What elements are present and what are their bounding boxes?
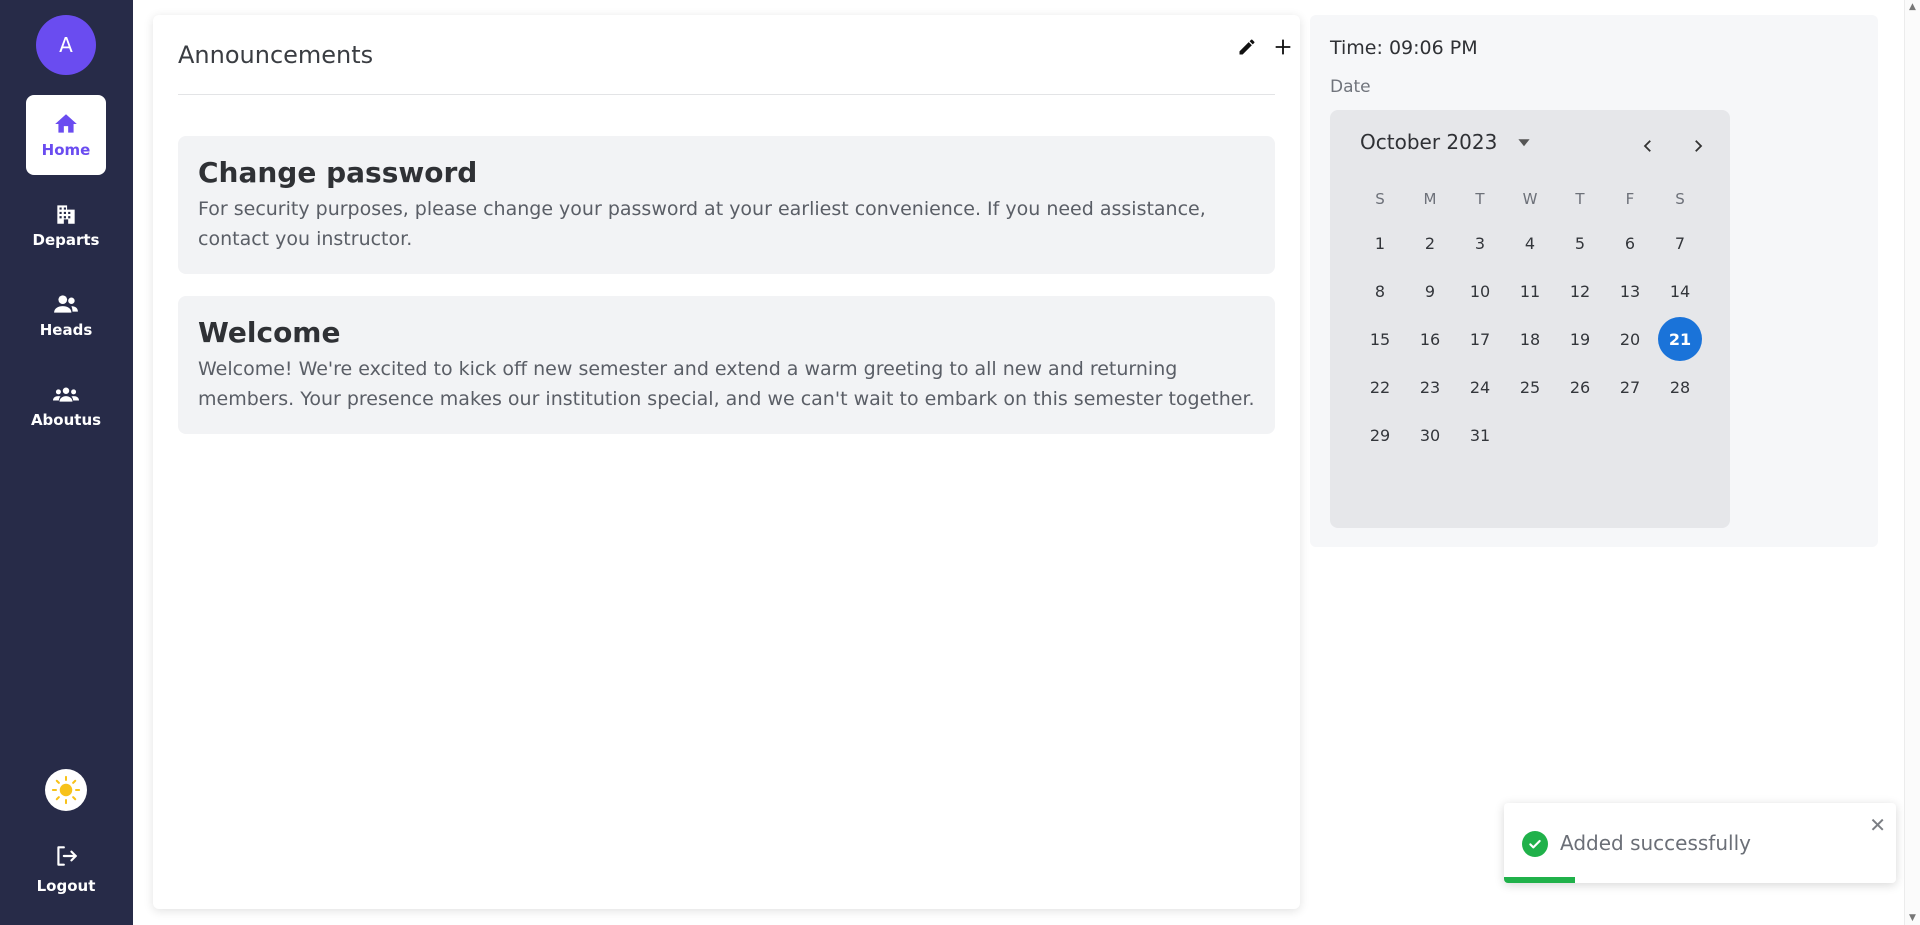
calendar-day[interactable]: 30 <box>1405 412 1455 458</box>
calendar-day[interactable]: 5 <box>1555 220 1605 266</box>
calendar-day[interactable]: 8 <box>1355 268 1405 314</box>
toast-progress-fill <box>1504 877 1575 883</box>
calendar-day[interactable]: 20 <box>1605 316 1655 362</box>
add-announcement-button[interactable] <box>1271 35 1295 59</box>
calendar-day[interactable]: 1 <box>1355 220 1405 266</box>
sun-icon <box>51 775 81 805</box>
calendar-day[interactable]: 9 <box>1405 268 1455 314</box>
announcement-title: Welcome <box>198 316 341 349</box>
divider <box>178 94 1275 95</box>
weekday-header: S <box>1675 190 1685 208</box>
calendar-empty-cell <box>1655 412 1705 458</box>
sidebar-item-departs[interactable]: Departs <box>26 185 106 265</box>
calendar-day[interactable]: 7 <box>1655 220 1705 266</box>
sidebar-item-label: Aboutus <box>30 411 102 429</box>
close-toast-button[interactable]: ✕ <box>1869 813 1886 837</box>
weekday-header: T <box>1575 190 1585 208</box>
calendar-day[interactable]: 11 <box>1505 268 1555 314</box>
calendar-day[interactable]: 12 <box>1555 268 1605 314</box>
scroll-up-icon[interactable]: ▲ <box>1909 2 1916 12</box>
logout-icon <box>57 846 77 866</box>
calendar-day[interactable]: 23 <box>1405 364 1455 410</box>
calendar-empty-cell <box>1505 412 1555 458</box>
calendar-day[interactable]: 31 <box>1455 412 1505 458</box>
group-icon <box>53 387 79 402</box>
logout-label: Logout <box>36 877 96 895</box>
sidebar-item-aboutus[interactable]: Aboutus <box>26 365 106 445</box>
sidebar-item-heads[interactable]: Heads <box>26 275 106 355</box>
calendar-day[interactable]: 15 <box>1355 316 1405 362</box>
announcement-body: Welcome! We're excited to kick off new s… <box>198 358 1255 410</box>
check-circle-icon <box>1522 831 1548 857</box>
calendar-day[interactable]: 10 <box>1455 268 1505 314</box>
calendar-day[interactable]: 22 <box>1355 364 1405 410</box>
calendar-day[interactable]: 24 <box>1455 364 1505 410</box>
calendar-day[interactable]: 14 <box>1655 268 1705 314</box>
sidebar-item-label: Departs <box>32 231 100 249</box>
date-label: Date <box>1330 77 1371 97</box>
calendar-day[interactable]: 19 <box>1555 316 1605 362</box>
calendar-day[interactable]: 27 <box>1605 364 1655 410</box>
calendar-day[interactable]: 3 <box>1455 220 1505 266</box>
calendar-empty-cell <box>1555 412 1605 458</box>
calendar-day[interactable]: 21 <box>1655 316 1705 362</box>
sidebar-item-label: Home <box>41 141 91 159</box>
month-navigation <box>1636 134 1710 158</box>
pencil-icon <box>1239 39 1255 55</box>
toast-message: Added successfully <box>1560 831 1751 855</box>
calendar-day[interactable]: 4 <box>1505 220 1555 266</box>
weekday-header: T <box>1475 190 1485 208</box>
building-icon <box>57 205 75 224</box>
toast-progress-bar <box>1504 877 1896 883</box>
chevron-right-icon <box>1695 140 1703 152</box>
avatar[interactable]: A <box>36 15 96 75</box>
calendar-day[interactable]: 25 <box>1505 364 1555 410</box>
time-display: Time: 09:06 PM <box>1330 37 1478 59</box>
calendar-day[interactable]: 13 <box>1605 268 1655 314</box>
plus-icon <box>1275 39 1291 55</box>
announcements-panel: Announcements Change password For securi… <box>153 15 1300 909</box>
success-toast: Added successfully ✕ <box>1504 803 1896 883</box>
announcement-body: For security purposes, please change you… <box>198 198 1206 250</box>
calendar-day[interactable]: 29 <box>1355 412 1405 458</box>
page-title: Announcements <box>178 41 374 69</box>
announcement-item: Welcome Welcome! We're excited to kick o… <box>178 296 1275 434</box>
calendar-day[interactable]: 17 <box>1455 316 1505 362</box>
scroll-down-icon[interactable]: ▼ <box>1909 913 1916 923</box>
announcement-title: Change password <box>198 156 478 189</box>
calendar-day[interactable]: 6 <box>1605 220 1655 266</box>
calendar-empty-cell <box>1605 412 1655 458</box>
users-icon <box>54 295 78 313</box>
calendar-day[interactable]: 18 <box>1505 316 1555 362</box>
calendar-day[interactable]: 26 <box>1555 364 1605 410</box>
edit-announcement-button[interactable] <box>1235 35 1259 59</box>
weekday-header: S <box>1375 190 1385 208</box>
month-year-selector[interactable]: October 2023 <box>1360 130 1531 154</box>
theme-toggle-button[interactable] <box>45 769 87 811</box>
previous-month-button[interactable] <box>1636 134 1660 158</box>
month-year-label: October 2023 <box>1360 130 1498 154</box>
calendar-day[interactable]: 16 <box>1405 316 1455 362</box>
logout-button[interactable]: Logout <box>26 836 106 902</box>
caret-down-icon <box>1518 139 1530 147</box>
weekday-header: M <box>1423 190 1437 208</box>
sidebar-item-home[interactable]: Home <box>26 95 106 175</box>
vertical-scrollbar[interactable]: ▲ ▼ <box>1904 0 1920 925</box>
announcement-item: Change password For security purposes, p… <box>178 136 1275 274</box>
clock-calendar-panel: Time: 09:06 PM Date October 2023 S M T W T F S… <box>1310 15 1878 547</box>
announcement-actions <box>1235 35 1295 59</box>
sidebar: A Home Departs Heads Aboutus Logout <box>0 0 133 925</box>
next-month-button[interactable] <box>1686 134 1710 158</box>
calendar-day[interactable]: 28 <box>1655 364 1705 410</box>
weekday-header: F <box>1625 190 1635 208</box>
date-picker: October 2023 S M T W T F S 1 2 3 4 5 6 7 8 9 10 11 12 13 14 1… <box>1330 110 1730 528</box>
weekday-header: W <box>1522 190 1538 208</box>
home-icon <box>55 114 77 133</box>
calendar-day[interactable]: 2 <box>1405 220 1455 266</box>
chevron-left-icon <box>1643 140 1651 152</box>
calendar-grid: S M T W T F S 1 2 3 4 5 6 7 8 9 10 11 12 13 14 15 16 17 18 19 20 21… <box>1355 180 1705 458</box>
sidebar-item-label: Heads <box>39 321 93 339</box>
